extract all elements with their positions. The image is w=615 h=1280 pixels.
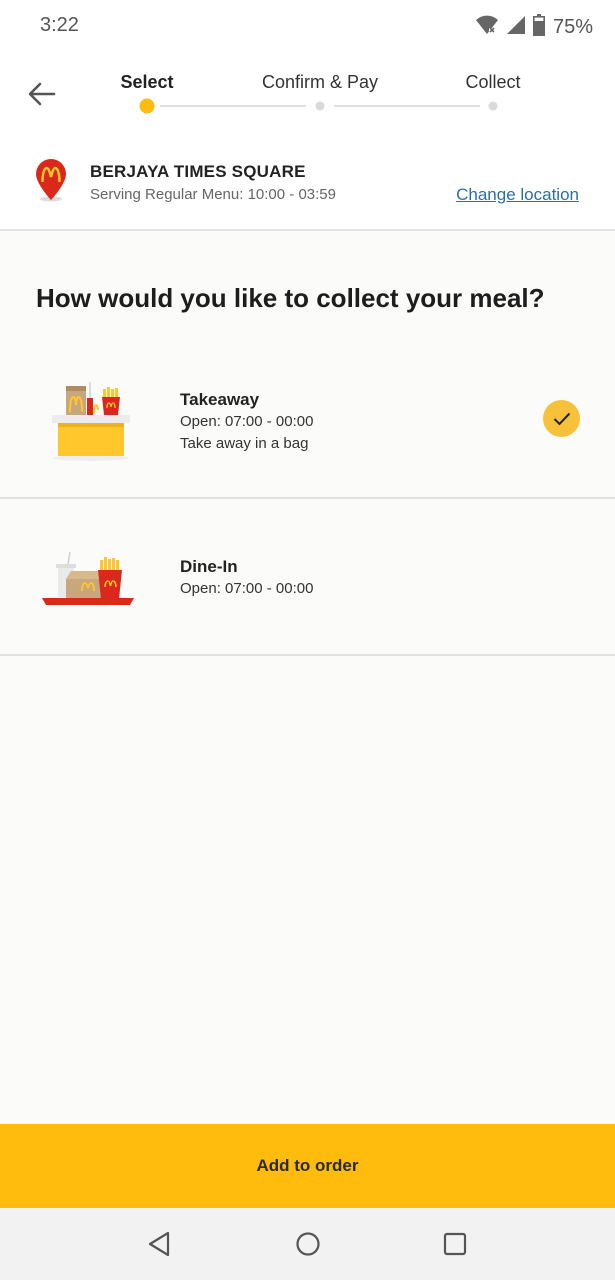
store-name: BERJAYA TIMES SQUARE [90, 162, 306, 181]
step-dot [315, 101, 325, 111]
step-collect: Collect [465, 72, 521, 92]
step-dot [488, 101, 498, 111]
step-connector [160, 105, 306, 107]
option-note: Take away in a bag [180, 435, 309, 452]
signal-icon [505, 15, 527, 40]
nav-back-icon[interactable] [143, 1228, 175, 1260]
change-location-link[interactable]: Change location [456, 185, 579, 205]
battery-percent: 75% [552, 16, 593, 38]
store-hours: Serving Regular Menu: 10:00 - 03:59 [90, 186, 336, 203]
check-icon [543, 400, 580, 437]
page-title: How would you like to collect your meal? [36, 283, 545, 313]
store-location: BERJAYA TIMES SQUARE Serving Regular Men… [0, 140, 615, 231]
nav-recents-icon[interactable] [439, 1228, 471, 1260]
option-hours: Open: 07:00 - 00:00 [180, 413, 314, 430]
status-bar: 3:22 75% [0, 0, 615, 52]
option-title: Takeaway [180, 390, 260, 409]
option-takeaway[interactable]: Takeaway Open: 07:00 - 00:00 Take away i… [0, 346, 615, 499]
step-connector [334, 105, 480, 107]
takeaway-counter-icon [50, 376, 132, 467]
option-title: Dine-In [180, 557, 238, 576]
step-dot-active [139, 98, 155, 114]
wifi-icon [475, 14, 499, 41]
status-time: 3:22 [40, 14, 79, 36]
nav-home-icon[interactable] [292, 1228, 324, 1260]
system-nav-bar [0, 1208, 615, 1280]
battery-icon [532, 14, 545, 41]
option-hours: Open: 07:00 - 00:00 [180, 580, 314, 597]
add-to-order-button[interactable]: Add to order [0, 1124, 615, 1208]
back-button[interactable] [20, 74, 64, 118]
mcdonalds-pin-icon [34, 158, 68, 207]
option-dine-in[interactable]: Dine-In Open: 07:00 - 00:00 [0, 499, 615, 656]
step-select: Select [120, 72, 174, 92]
status-icons: 75% [475, 14, 593, 41]
step-confirm-pay: Confirm & Pay [261, 72, 379, 92]
dine-in-tray-icon [40, 549, 140, 616]
order-progress-header [0, 52, 615, 140]
arrow-left-icon [28, 82, 56, 111]
